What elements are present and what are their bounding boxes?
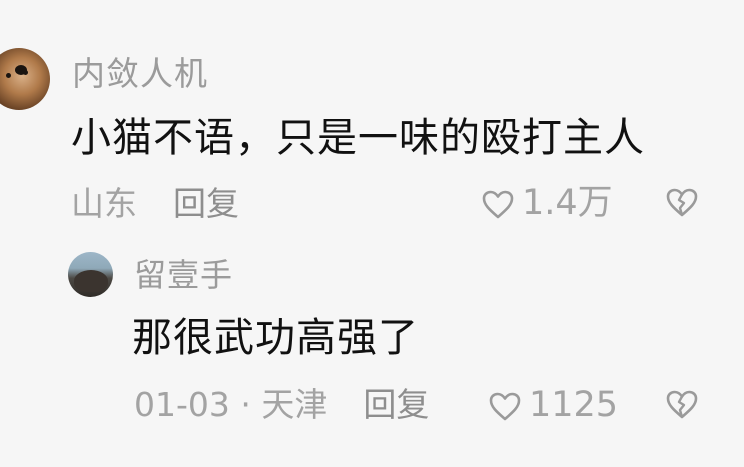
- comment-username[interactable]: 内敛人机: [72, 57, 208, 90]
- reply-location: 天津: [261, 385, 328, 424]
- reply-date: 01-03: [134, 385, 230, 424]
- avatar-nose: [15, 65, 27, 75]
- like-count: 1.4万: [522, 183, 613, 223]
- broken-heart-icon[interactable]: [665, 389, 699, 419]
- reply-avatar-shape: [74, 270, 108, 292]
- reply-avatar[interactable]: [68, 252, 113, 297]
- reply-username[interactable]: 留壹手: [134, 259, 233, 291]
- comment-text: 小猫不语，只是一味的殴打主人: [71, 115, 645, 161]
- reply-button[interactable]: 回复: [363, 385, 429, 424]
- avatar[interactable]: [0, 48, 50, 110]
- comment-meta: 山东 回复: [71, 187, 239, 220]
- reply-button[interactable]: 回复: [173, 184, 239, 223]
- reply-like-count: 1125: [529, 385, 619, 425]
- reply-meta: 01-03 · 天津 回复: [134, 388, 429, 421]
- reply-text: 那很武功高强了: [132, 315, 419, 361]
- comment-thread: 内敛人机 小猫不语，只是一味的殴打主人 山东 回复 1.4万 留壹手 那很武功高强…: [0, 0, 744, 467]
- broken-heart-icon[interactable]: [665, 187, 699, 217]
- reply-like-button[interactable]: 1125: [488, 388, 618, 423]
- reply-separator: ·: [240, 385, 251, 424]
- avatar-eye: [6, 73, 11, 78]
- comment-location: 山东: [71, 184, 137, 223]
- like-button[interactable]: 1.4万: [481, 186, 613, 221]
- heart-outline-icon: [482, 190, 514, 218]
- heart-outline-icon: [489, 392, 521, 420]
